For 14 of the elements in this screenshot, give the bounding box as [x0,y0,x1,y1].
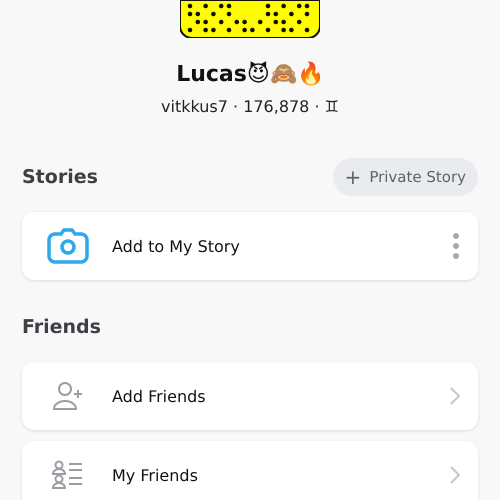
more-icon[interactable] [452,232,460,260]
private-story-button[interactable]: + Private Story [332,158,478,196]
camera-icon [47,228,89,264]
friends-list-icon [52,460,84,490]
profile-subtitle: vitkkus7 · 176,878 · ♊ [161,96,339,118]
menu-item[interactable]: Add to My Story [22,212,478,280]
section-title: Friends [22,316,101,338]
display-name: Lucas😈🙈🔥 [176,60,324,89]
chevron-icon [450,387,460,405]
menu-item[interactable]: Add Friends [22,362,478,430]
section-title: Stories [22,166,98,188]
menu-item[interactable]: My Friends [22,441,478,500]
add-person-icon [52,381,84,411]
chevron-icon [450,466,460,484]
